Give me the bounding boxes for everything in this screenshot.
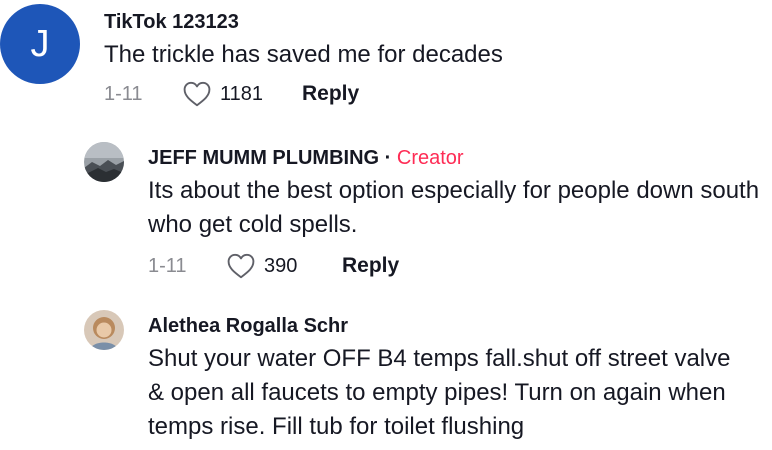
- comment: J TikTok 123123 The trickle has saved me…: [0, 4, 704, 108]
- comment-username[interactable]: TikTok 123123: [104, 10, 704, 34]
- creator-separator: ·: [384, 147, 392, 169]
- reply-username-text: JEFF MUMM PLUMBING: [148, 147, 380, 169]
- heart-outline-icon: [183, 81, 211, 107]
- like-count: 1181: [220, 82, 264, 105]
- comment-body: TikTok 123123 The trickle has saved me f…: [104, 10, 704, 108]
- comment-meta: 1-11 1181 Reply: [104, 80, 704, 108]
- reply-comment: Alethea Rogalla Schr Shut your water OFF…: [84, 310, 748, 444]
- avatar[interactable]: J: [0, 4, 80, 84]
- reply-text: Its about the best option especially for…: [148, 177, 760, 238]
- avatar[interactable]: [84, 310, 124, 350]
- like-button[interactable]: 390: [226, 253, 342, 279]
- avatar-letter: J: [30, 22, 50, 65]
- avatar[interactable]: [84, 142, 124, 182]
- reply-body: JEFF MUMM PLUMBING · Creator Its about t…: [148, 146, 772, 280]
- reply-button[interactable]: Reply: [302, 82, 359, 106]
- reply-comment: JEFF MUMM PLUMBING · Creator Its about t…: [84, 142, 772, 280]
- reply-username[interactable]: Alethea Rogalla Schr: [148, 314, 748, 338]
- avatar-photo-icon: [84, 310, 124, 350]
- reply-body: Alethea Rogalla Schr Shut your water OFF…: [148, 314, 748, 444]
- like-button[interactable]: 1181: [182, 81, 302, 107]
- comment-text: The trickle has saved me for decades: [104, 41, 503, 68]
- like-count: 390: [264, 254, 298, 277]
- reply-date: 1-11: [148, 254, 187, 277]
- avatar-photo-icon: [84, 142, 124, 182]
- reply-meta: 1-11 390 Reply: [148, 252, 772, 280]
- creator-badge: Creator: [396, 147, 464, 169]
- reply-text: Shut your water OFF B4 temps fall.shut o…: [148, 345, 731, 440]
- comment-date: 1-11: [104, 82, 143, 105]
- reply-button[interactable]: Reply: [342, 254, 399, 278]
- heart-outline-icon: [227, 253, 255, 279]
- reply-username[interactable]: JEFF MUMM PLUMBING · Creator: [148, 146, 772, 170]
